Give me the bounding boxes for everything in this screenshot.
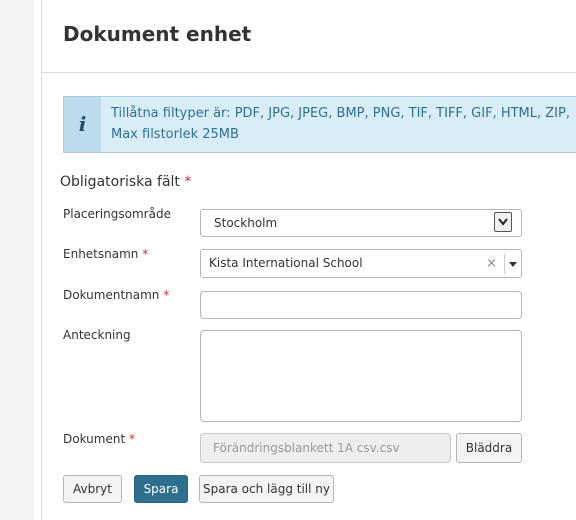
document-file-name: Förändringsblankett 1A csv.csv [213,441,400,455]
docname-label: Dokumentnamn * [63,288,169,302]
info-alert: i Tillåtna filtyper är: PDF, JPG, JPEG, … [63,96,576,153]
placement-select[interactable]: Stockholm [200,209,522,237]
save-and-add-new-button[interactable]: Spara och lägg till ny [199,475,334,503]
document-required-marker: * [128,432,135,446]
max-filesize-text: Max filstorlek 25MB [111,127,239,142]
unit-label: Enhetsnamn * [63,247,148,261]
unit-label-text: Enhetsnamn [63,247,139,261]
chevron-down-icon[interactable] [494,212,512,232]
caret-down-icon[interactable] [509,262,517,267]
docname-required-marker: * [163,288,170,302]
save-button[interactable]: Spara [134,475,188,503]
unit-combobox[interactable]: Kista International School × [200,249,522,278]
clear-icon[interactable]: × [486,256,497,271]
cancel-button[interactable]: Avbryt [63,475,122,503]
unit-required-marker: * [142,247,149,261]
left-sidebar-strip [0,0,34,520]
page-title: Dokument enhet [63,22,252,46]
left-divider [41,0,42,520]
info-icon-cell: i [64,97,101,152]
allowed-filetypes-text: Tillåtna filtyper är: PDF, JPG, JPEG, BM… [111,106,570,121]
required-fields-text: Obligatoriska fält [60,174,180,190]
placement-value: Stockholm [214,216,278,230]
browse-button[interactable]: Bläddra [456,433,522,463]
unit-value: Kista International School [209,256,363,270]
page-header: Dokument enhet [42,0,576,73]
note-textarea[interactable] [200,330,522,422]
note-label: Anteckning [63,328,131,342]
docname-input[interactable] [200,291,522,319]
document-label-text: Dokument [63,432,126,446]
docname-label-text: Dokumentnamn [63,288,160,302]
document-file-field[interactable]: Förändringsblankett 1A csv.csv [200,433,451,463]
placement-label: Placeringsområde [63,207,171,221]
required-fields-note: Obligatoriska fält * [60,174,191,190]
info-icon: i [78,112,87,136]
combo-divider [504,254,505,274]
document-label: Dokument * [63,432,135,446]
required-marker: * [184,174,192,190]
